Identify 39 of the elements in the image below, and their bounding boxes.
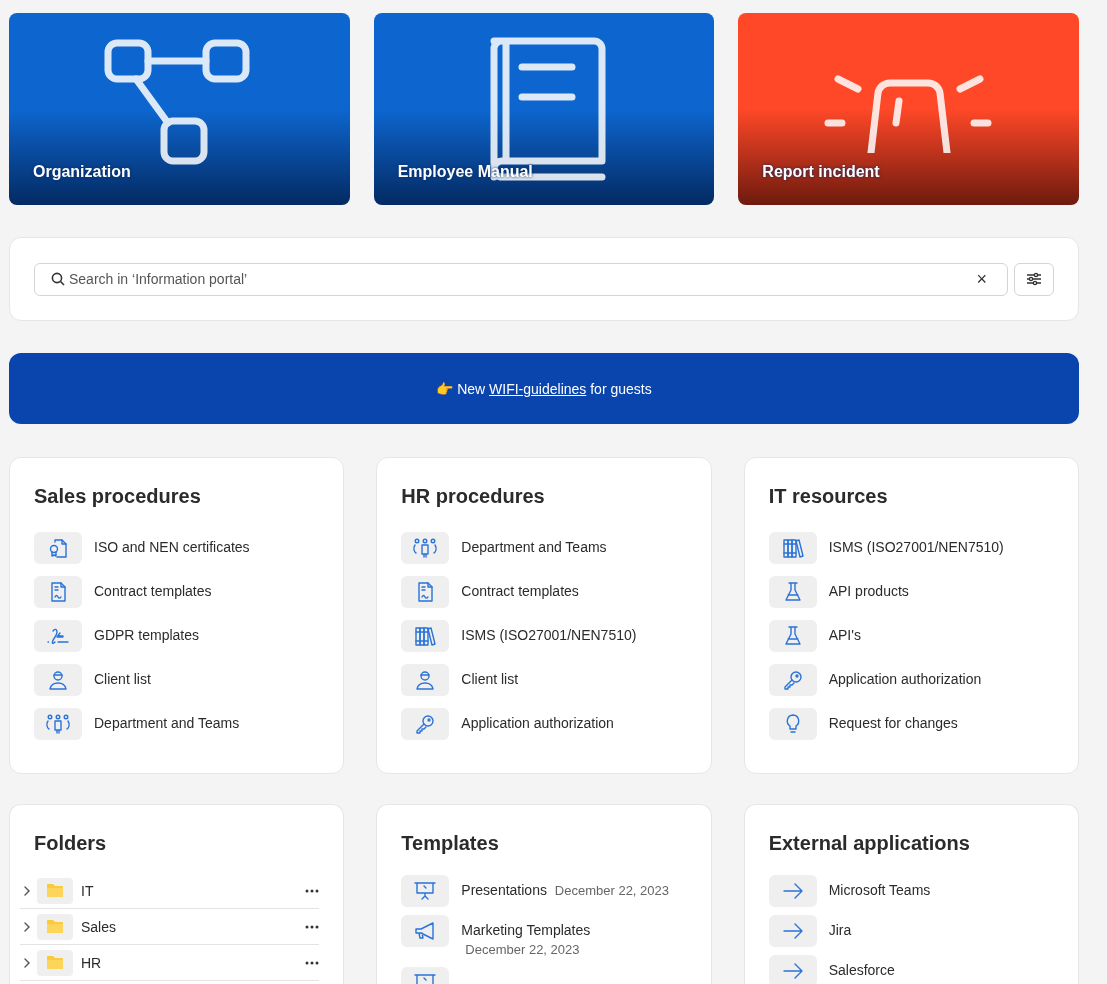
item-link[interactable]: Department and Teams: [94, 715, 240, 731]
clear-button[interactable]: ×: [972, 270, 991, 288]
card-title: External applications: [768, 831, 971, 856]
item-link[interactable]: Salesforce: [828, 962, 895, 978]
item-link[interactable]: Request for changes: [828, 715, 958, 731]
tile-label: Organization: [33, 162, 131, 182]
item-date: December 22, 2023: [465, 942, 580, 957]
item-date: December 22, 2023: [554, 883, 669, 898]
item-link[interactable]: Microsoft Teams: [828, 882, 931, 898]
card-title: HR procedures: [401, 484, 546, 509]
item-link[interactable]: Contract templates: [461, 583, 579, 599]
folder-name[interactable]: IT: [81, 880, 306, 901]
item-link[interactable]: Application authorization: [461, 715, 614, 731]
item-link[interactable]: Application authorization: [828, 671, 982, 687]
item-link[interactable]: Client list: [94, 671, 151, 687]
shortcut-tile[interactable]: Organization: [9, 13, 350, 205]
item-link[interactable]: Department and Teams: [461, 539, 607, 555]
folder-name[interactable]: HR: [81, 952, 306, 973]
item-link[interactable]: Marketing Templates: [461, 922, 591, 938]
announcement-text: 👉 New WIFI-guidelines for guests: [436, 379, 652, 399]
item-link[interactable]: API products: [828, 583, 909, 599]
item-link[interactable]: ISMS (ISO27001/NEN7510): [828, 539, 1004, 555]
item-link[interactable]: ISO and NEN certificates: [94, 539, 250, 555]
wifi-guidelines-link[interactable]: WIFI-guidelines: [489, 380, 587, 397]
card-title: IT resources: [768, 484, 889, 509]
folder-name[interactable]: Sales: [81, 916, 306, 937]
search-field[interactable]: Search in ‘Information portal’ ×: [34, 262, 1008, 296]
item-link[interactable]: GDPR templates: [94, 627, 200, 643]
item-link[interactable]: API's: [828, 627, 861, 643]
item-link[interactable]: ISMS (ISO27001/NEN7510): [461, 627, 637, 643]
card-title: Templates: [401, 831, 500, 856]
shortcut-tile[interactable]: Report incident: [738, 13, 1079, 205]
item-link[interactable]: Presentations: [461, 882, 547, 898]
item-link[interactable]: Jira: [828, 922, 852, 938]
tile-label: Report incident: [762, 162, 880, 182]
item-link[interactable]: Contract templates: [94, 583, 212, 599]
item-link[interactable]: Client list: [461, 671, 519, 687]
card-title: Folders: [34, 831, 108, 856]
card-title: Sales procedures: [34, 484, 202, 509]
